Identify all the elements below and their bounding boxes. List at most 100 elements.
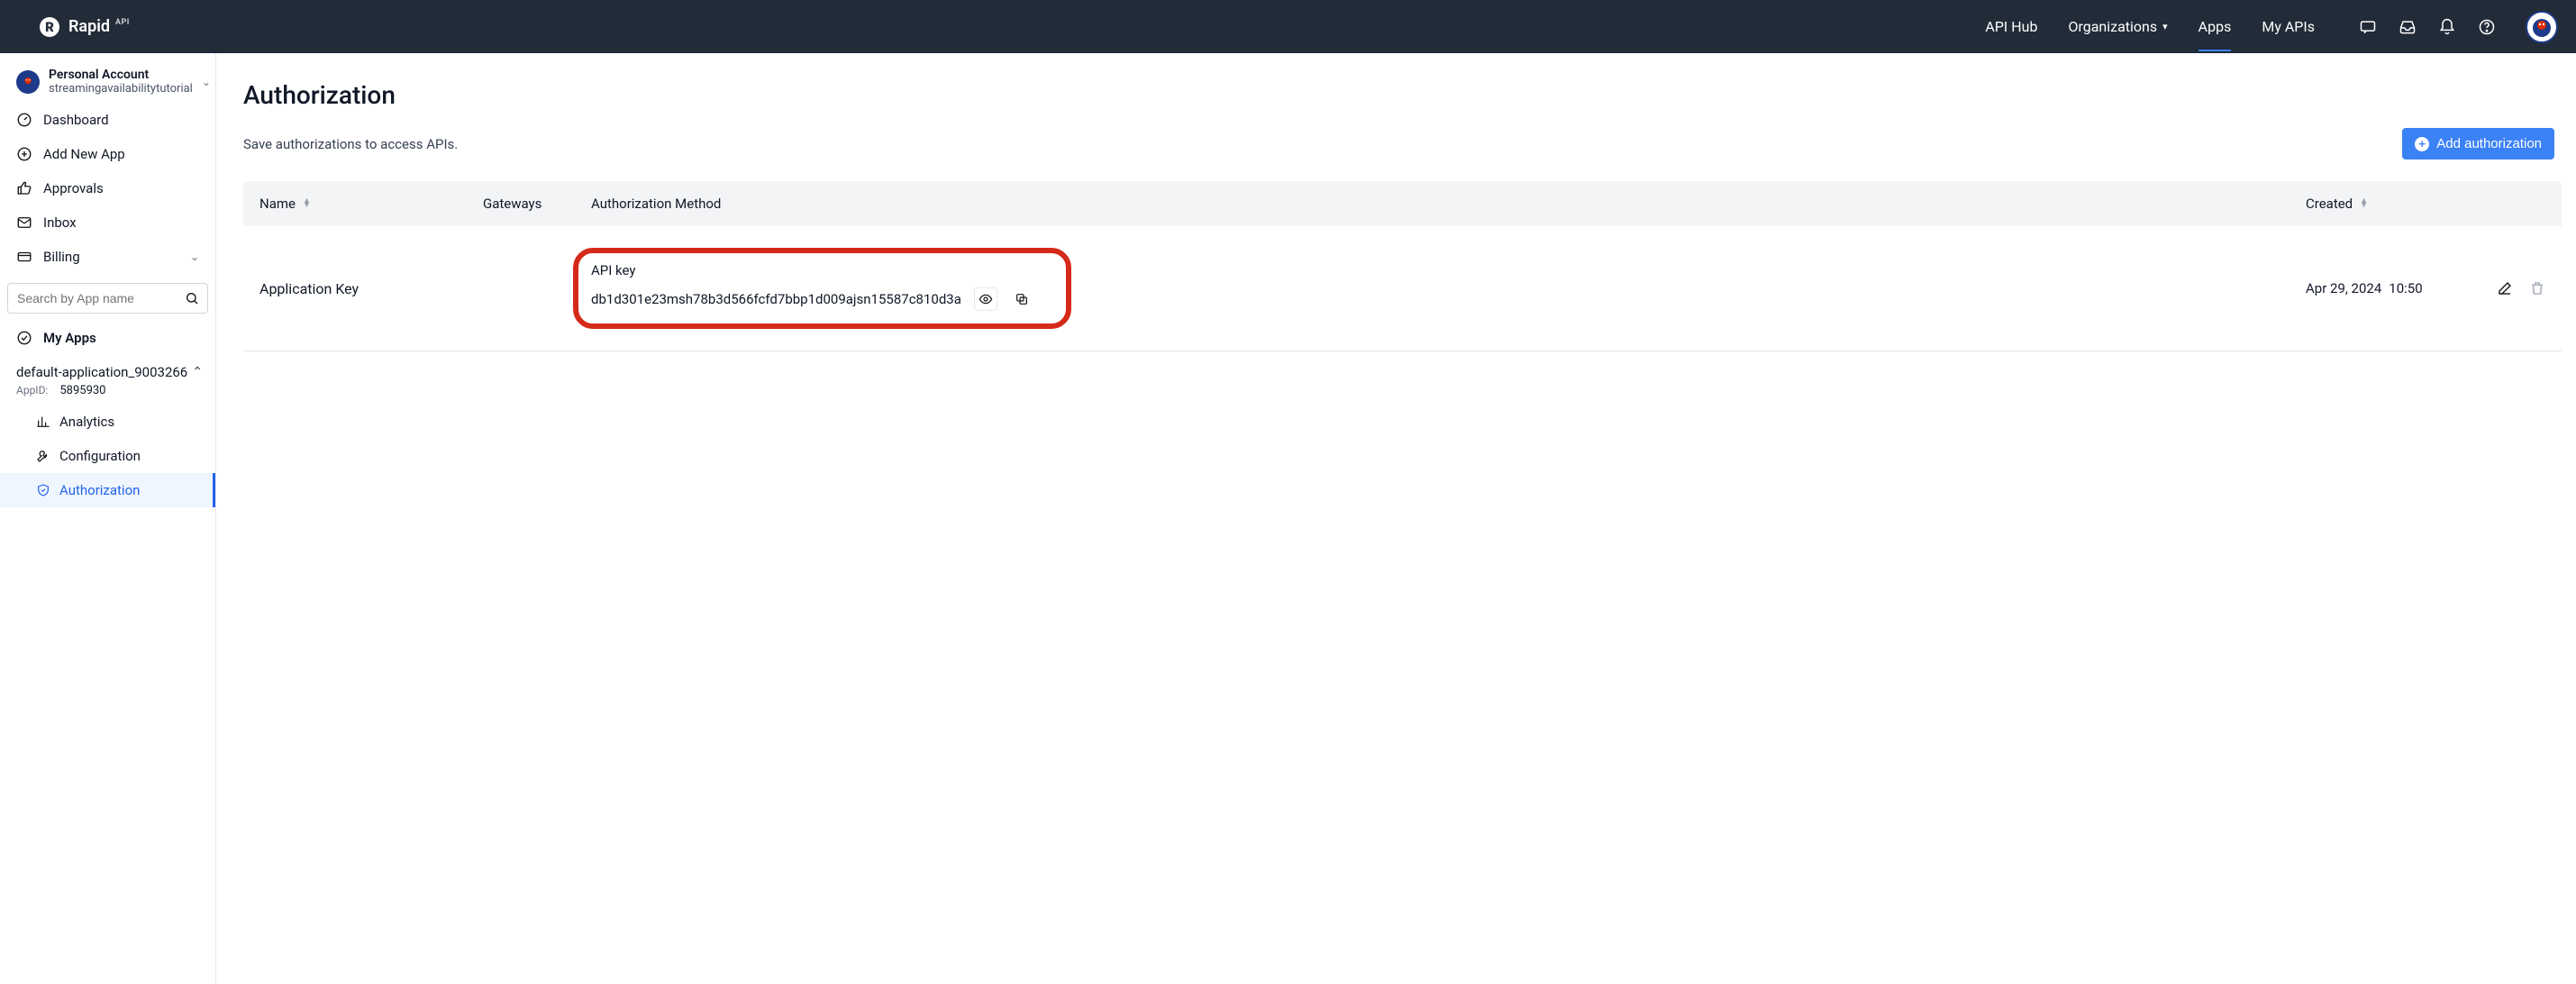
chevron-down-icon: ⌄ (190, 251, 199, 263)
sort-icon: ▲▼ (2360, 199, 2368, 209)
sidebar: Personal Account streamingavailabilitytu… (0, 53, 216, 984)
app-id-row: AppID: 5895930 (0, 380, 215, 405)
app-name: default-application_9003266 (16, 364, 187, 380)
search-icon[interactable] (185, 291, 199, 305)
eye-icon (979, 292, 993, 306)
account-username: streamingavailabilitytutorial (49, 82, 193, 96)
account-switcher[interactable]: Personal Account streamingavailabilitytu… (0, 60, 215, 103)
add-authorization-button[interactable]: + Add authorization (2402, 128, 2554, 159)
main-content: Authorization Save authorizations to acc… (216, 53, 2576, 984)
cell-name: Application Key (259, 280, 483, 297)
column-header-name[interactable]: Name ▲▼ (259, 196, 483, 212)
app-subitem-configuration[interactable]: Configuration (0, 439, 215, 473)
sidebar-item-approvals[interactable]: Approvals (0, 171, 215, 205)
sidebar-item-dashboard[interactable]: Dashboard (0, 103, 215, 137)
mail-icon (16, 214, 32, 231)
sidebar-approvals-label: Approvals (43, 180, 104, 196)
table-header: Name ▲▼ Gateways Authorization Method Cr… (243, 181, 2562, 226)
column-header-actions (2468, 196, 2545, 212)
created-time: 10:50 (2389, 280, 2422, 296)
sidebar-my-apps-label: My Apps (43, 330, 96, 346)
column-created-label: Created (2306, 196, 2353, 212)
nav-organizations-label: Organizations (2068, 18, 2157, 35)
app-subitem-analytics[interactable]: Analytics (0, 405, 215, 439)
method-title: API key (591, 262, 1033, 278)
sidebar-inbox-label: Inbox (43, 214, 77, 231)
sidebar-item-add-app[interactable]: Add New App (0, 137, 215, 171)
cell-actions (2468, 280, 2545, 296)
nav-api-hub[interactable]: API Hub (1985, 2, 2037, 51)
account-label: Personal Account (49, 68, 193, 82)
bell-icon[interactable] (2437, 17, 2457, 37)
app-search (7, 283, 208, 314)
column-header-method: Authorization Method (591, 196, 2306, 212)
copy-key-button[interactable] (1010, 287, 1033, 311)
app-id-label: AppID: (16, 384, 48, 396)
reveal-key-button[interactable] (974, 287, 997, 311)
sidebar-dashboard-label: Dashboard (43, 112, 109, 128)
app-analytics-label: Analytics (59, 414, 114, 430)
nav-apps-label: Apps (2198, 18, 2232, 35)
column-header-created[interactable]: Created ▲▼ (2306, 196, 2468, 212)
trash-icon (2529, 280, 2545, 296)
table-row: Application Key API key db1d301e23msh78b… (243, 226, 2562, 351)
api-key-highlight-box: API key db1d301e23msh78b3d566fcfd7bbp1d0… (573, 248, 1071, 329)
sort-icon: ▲▼ (303, 199, 311, 209)
page-title: Authorization (243, 80, 2562, 110)
topbar: R Rapid API API Hub Organizations ▾ Apps… (0, 0, 2576, 53)
search-input[interactable] (7, 283, 208, 314)
gauge-icon (16, 112, 32, 128)
user-avatar[interactable] (2526, 11, 2558, 43)
nav-my-apis-label: My APIs (2262, 18, 2315, 35)
api-key-value: db1d301e23msh78b3d566fcfd7bbp1d009ajsn15… (591, 291, 961, 307)
chevron-down-icon: ▾ (2162, 21, 2168, 32)
cell-created: Apr 29, 2024 10:50 (2306, 280, 2468, 296)
nav-api-hub-label: API Hub (1985, 18, 2037, 35)
brand-mark-icon: R (40, 17, 59, 37)
sidebar-add-app-label: Add New App (43, 146, 125, 162)
edit-button[interactable] (2497, 280, 2513, 296)
sidebar-my-apps-header[interactable]: My Apps (0, 321, 215, 355)
wrench-icon (36, 449, 50, 463)
app-authorization-label: Authorization (59, 482, 140, 498)
brand-name: Rapid (68, 17, 110, 36)
brand-sup: API (115, 18, 130, 27)
sidebar-billing-label: Billing (43, 249, 80, 265)
nav-organizations[interactable]: Organizations ▾ (2068, 2, 2167, 51)
inbox-icon[interactable] (2398, 17, 2417, 37)
app-subitem-authorization[interactable]: Authorization (0, 473, 215, 507)
brand-logo[interactable]: R Rapid API (40, 17, 130, 37)
check-circle-icon (16, 330, 32, 346)
thumbs-up-icon (16, 180, 32, 196)
shield-icon (36, 483, 50, 497)
column-method-label: Authorization Method (591, 196, 721, 212)
sidebar-item-inbox[interactable]: Inbox (0, 205, 215, 240)
add-authorization-label: Add authorization (2436, 136, 2542, 151)
nav-apps[interactable]: Apps (2198, 2, 2232, 51)
chat-icon[interactable] (2358, 17, 2378, 37)
sidebar-item-billing[interactable]: Billing ⌄ (0, 240, 215, 274)
app-configuration-label: Configuration (59, 448, 141, 464)
cell-method: API key db1d301e23msh78b3d566fcfd7bbp1d0… (591, 248, 2306, 329)
credit-card-icon (16, 249, 32, 265)
column-gateways-label: Gateways (483, 196, 542, 212)
pencil-icon (2497, 280, 2513, 296)
authorizations-table: Name ▲▼ Gateways Authorization Method Cr… (243, 181, 2562, 351)
account-text: Personal Account streamingavailabilitytu… (49, 68, 193, 96)
column-name-label: Name (259, 196, 296, 212)
copy-icon (1015, 292, 1029, 306)
chevron-up-icon: ⌃ (192, 365, 203, 379)
help-icon[interactable] (2477, 17, 2497, 37)
account-avatar-icon (16, 70, 40, 94)
created-date: Apr 29, 2024 (2306, 280, 2381, 296)
top-nav: API Hub Organizations ▾ Apps My APIs (1985, 2, 2315, 51)
nav-my-apis[interactable]: My APIs (2262, 2, 2315, 51)
topbar-icons (2358, 17, 2497, 37)
chart-icon (36, 415, 50, 429)
column-header-gateways: Gateways (483, 196, 591, 212)
delete-button[interactable] (2529, 280, 2545, 296)
chevron-down-icon: ⌄ (202, 76, 211, 88)
page-subtitle: Save authorizations to access APIs. (243, 136, 458, 152)
plus-circle-icon: + (2415, 137, 2429, 151)
app-item[interactable]: default-application_9003266 ⌃ (0, 355, 215, 380)
